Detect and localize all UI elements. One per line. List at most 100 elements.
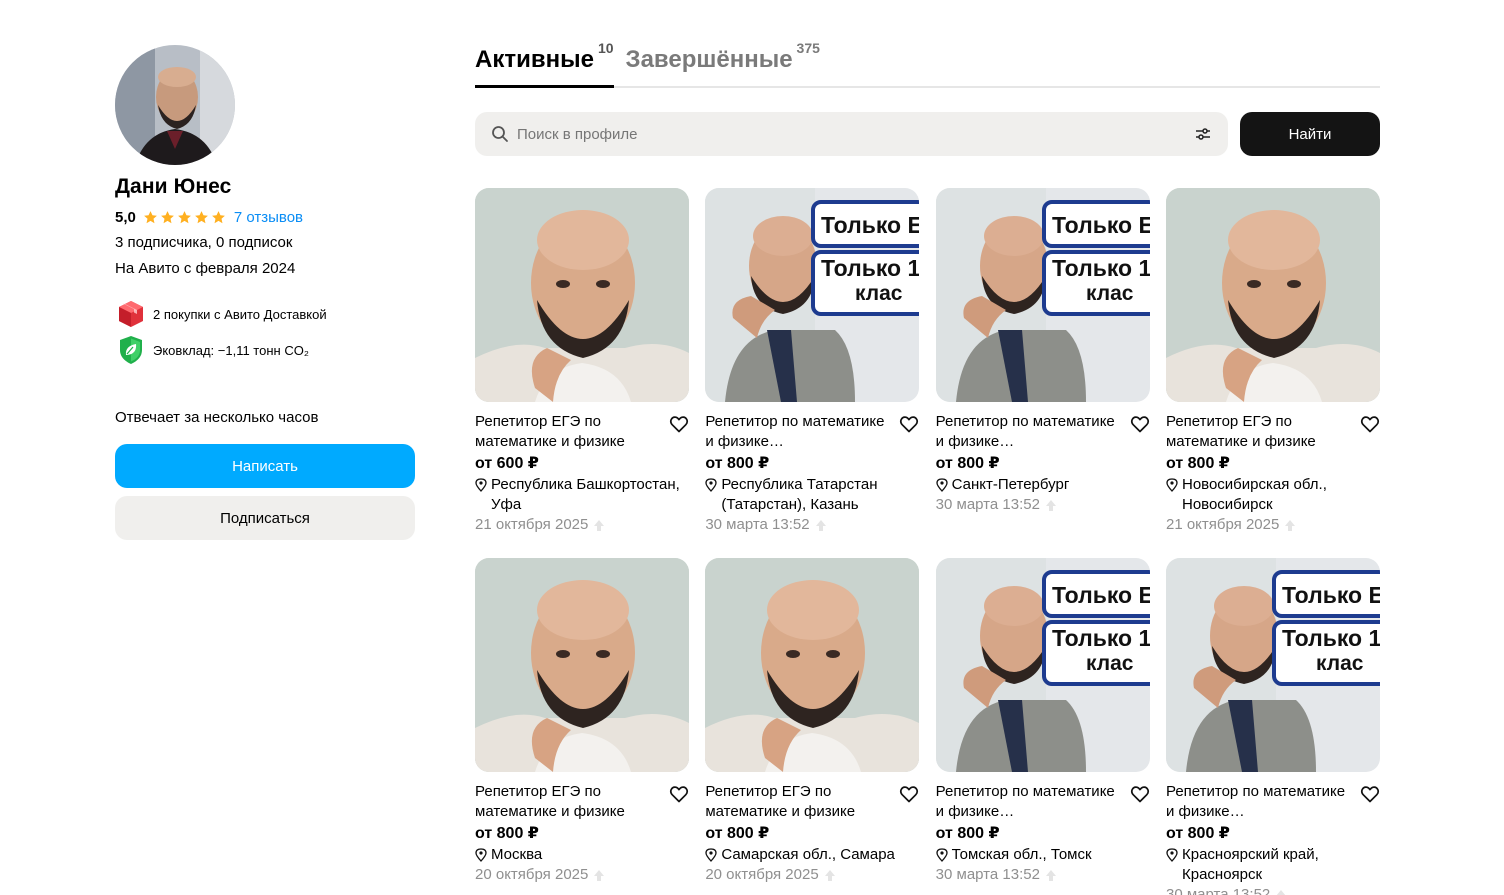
listing-location-text: Москва (491, 846, 543, 863)
listing-card[interactable]: Репетитор ЕГЭ по математике и физике от 8… (705, 558, 920, 895)
tab-completed[interactable]: Завершённые 375 (625, 40, 820, 86)
seller-avatar[interactable] (115, 45, 235, 165)
listing-title[interactable]: Репетитор ЕГЭ по математике и физике (475, 782, 669, 822)
listing-date: 20 октября 2025 (475, 865, 689, 885)
svg-text:Только 10: Только 10 (1282, 625, 1380, 651)
delivery-box-icon (119, 301, 143, 327)
listing-location: Томская обл., Томск (936, 845, 1150, 865)
listing-price: от 800 ₽ (935, 455, 1000, 472)
favorite-heart-icon[interactable] (899, 414, 919, 434)
favorite-heart-icon[interactable] (1360, 414, 1380, 434)
listing-price: от 800 ₽ (935, 825, 1000, 842)
svg-text:Только Е: Только Е (1052, 582, 1150, 608)
listing-title[interactable]: Репетитор ЕГЭ по математике и физике (705, 782, 899, 822)
listing-head: Репетитор ЕГЭ по математике и физике (705, 782, 919, 822)
listing-photo[interactable]: Только Е Только 10клас (935, 188, 1150, 402)
favorite-heart-icon[interactable] (669, 414, 689, 434)
svg-text:Только Е: Только Е (1052, 212, 1150, 238)
listing-card[interactable]: Репетитор ЕГЭ по математике и физике от 8… (475, 558, 689, 895)
star-icon (211, 210, 225, 223)
raise-arrow-icon (1045, 869, 1056, 881)
listing-title[interactable]: Репетитор по математике и физике… (936, 782, 1130, 822)
listing-card[interactable]: Только Е Только 10клас Репетитор по матема… (935, 188, 1150, 542)
listing-location: Москва (475, 845, 689, 865)
listing-card[interactable]: Репетитор ЕГЭ по математике и физике от 6… (475, 188, 689, 542)
reviews-link[interactable]: 7 отзывов (234, 209, 303, 226)
star-icon (143, 210, 157, 223)
svg-text:клас: клас (1086, 282, 1134, 305)
member-since: На Авито с февраля 2024 (115, 260, 296, 277)
listing-date: 30 марта 13:52 (936, 495, 1150, 515)
listing-title[interactable]: Репетитор по математике и физике… (1166, 782, 1360, 822)
listing-location: Санкт-Петербург (936, 475, 1150, 495)
favorite-heart-icon[interactable] (1130, 414, 1150, 434)
raise-arrow-icon (594, 869, 605, 881)
listing-location: Самарская обл., Самара (705, 845, 919, 865)
write-message-button[interactable]: Написать (115, 444, 415, 488)
raise-arrow-icon (1276, 889, 1286, 895)
listing-photo[interactable] (705, 558, 920, 772)
listing-location: Республика Татарстан (Татарстан), Казань (705, 475, 919, 515)
listing-date-text: 30 марта 13:52 (935, 496, 1040, 513)
tab-active-label: Активные (475, 46, 594, 73)
listing-location-text: Томская обл., Томск (951, 846, 1092, 863)
favorite-heart-icon[interactable] (899, 784, 919, 804)
listing-location-text: Республика Башкортостан, Уфа (491, 476, 680, 513)
listing-photo[interactable]: Только Е Только 10клас (935, 558, 1150, 772)
listing-head: Репетитор ЕГЭ по математике и физике (1166, 412, 1380, 452)
listing-photo[interactable] (475, 188, 689, 402)
search-input[interactable] (517, 125, 1194, 143)
subscribe-button[interactable]: Подписаться (115, 496, 415, 540)
svg-text:Только 10: Только 10 (1052, 255, 1150, 281)
listing-head: Репетитор ЕГЭ по математике и физике (475, 782, 689, 822)
listing-title[interactable]: Репетитор по математике и физике… (936, 412, 1130, 452)
listing-card[interactable]: Только Е Только 10клас Репетитор по матема… (705, 188, 920, 542)
search-field[interactable] (475, 112, 1228, 156)
listing-card[interactable]: Репетитор ЕГЭ по математике и физике от 8… (1165, 188, 1380, 542)
eco-leaf-icon (120, 336, 142, 364)
location-pin-icon (936, 478, 948, 492)
listing-photo[interactable]: Только Е Только 10клас (705, 188, 920, 402)
listing-card[interactable]: Только Е Только 10клас Репетитор по матема… (935, 558, 1150, 895)
seller-profile: Дани Юнес 5,0 7 отзывов 3 подписчика, 0 … (115, 45, 415, 540)
listing-title[interactable]: Репетитор по математике и физике… (705, 412, 899, 452)
star-icon (194, 210, 208, 223)
listing-price: от 800 ₽ (475, 825, 539, 842)
listing-photo[interactable] (475, 558, 689, 772)
location-pin-icon (475, 848, 487, 862)
listing-location: Красноярский край, Красноярск (1166, 845, 1380, 885)
location-pin-icon (705, 478, 717, 492)
favorite-heart-icon[interactable] (1130, 784, 1150, 804)
raise-arrow-icon (1285, 519, 1296, 531)
listing-price: от 800 ₽ (705, 825, 770, 842)
listing-price: от 800 ₽ (705, 455, 770, 472)
raise-arrow-icon (1045, 499, 1056, 511)
filter-settings-icon[interactable] (1194, 125, 1212, 143)
badge-delivery-text: 2 покупки с Авито Доставкой (153, 306, 327, 322)
listing-location-text: Красноярский край, Красноярск (1181, 846, 1319, 883)
raise-arrow-icon (815, 519, 826, 531)
find-button[interactable]: Найти (1240, 112, 1380, 156)
rating-stars (143, 210, 226, 225)
listings-main: Активные 10 Завершённые 375 Найти Репети… (475, 40, 1380, 895)
listing-date: 20 октября 2025 (705, 865, 919, 885)
tab-completed-label: Завершённые (625, 46, 793, 73)
location-pin-icon (475, 478, 487, 492)
listing-head: Репетитор по математике и физике… (936, 782, 1150, 822)
listing-photo[interactable]: Только Е Только 10клас (1165, 558, 1380, 772)
subscribers-count: 3 подписчика, 0 подписок (115, 234, 293, 251)
badge-delivery: 2 покупки с Авито Доставкой (115, 296, 415, 332)
listing-title[interactable]: Репетитор ЕГЭ по математике и физике (1166, 412, 1360, 452)
favorite-heart-icon[interactable] (669, 784, 689, 804)
tab-active[interactable]: Активные 10 (475, 40, 614, 88)
location-pin-icon (1166, 848, 1178, 862)
badge-eco: Эковклад: −1,11 тонн CO₂ (115, 332, 415, 368)
listing-card[interactable]: Только Е Только 10клас Репетитор по матема… (1165, 558, 1380, 895)
listing-location-text: Самарская обл., Самара (721, 846, 895, 863)
svg-text:Только 10: Только 10 (821, 255, 919, 281)
listing-date: 30 марта 13:52 (936, 865, 1150, 885)
favorite-heart-icon[interactable] (1360, 784, 1380, 804)
listing-photo[interactable] (1165, 188, 1380, 402)
listing-title[interactable]: Репетитор ЕГЭ по математике и физике (475, 412, 669, 452)
rating-value: 5,0 (115, 208, 136, 226)
